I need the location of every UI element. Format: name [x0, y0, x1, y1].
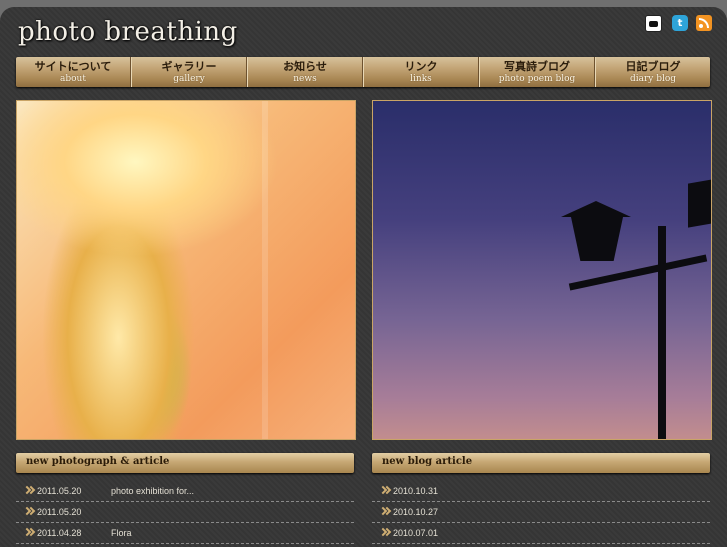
nav-item-about[interactable]: サイトについて about — [16, 57, 131, 87]
lamp-body-silhouette — [571, 217, 623, 261]
item-date: 2011.05.20 — [37, 486, 82, 496]
section-title: new photograph & article — [26, 456, 170, 467]
featured-photo-streetlamp[interactable] — [372, 100, 712, 440]
nav-label-jp: ギャラリー — [161, 60, 217, 73]
nav-item-links[interactable]: リンク links — [363, 57, 479, 87]
section-title: new blog article — [382, 456, 473, 467]
nav-item-news[interactable]: お知らせ news — [247, 57, 363, 87]
item-date: 2011.04.28 — [37, 528, 82, 538]
list-item[interactable]: 2011.04.28 Flora — [16, 523, 354, 544]
flickr-icon[interactable] — [645, 15, 662, 32]
nav-item-gallery[interactable]: ギャラリー gallery — [131, 57, 247, 87]
double-chevron-icon — [24, 486, 34, 496]
double-chevron-icon — [380, 486, 390, 496]
page-frame: photo breathing t サイトについて about ギャラリー ga… — [0, 7, 727, 547]
double-chevron-icon — [24, 528, 34, 538]
nav-item-photo-poem-blog[interactable]: 写真詩ブログ photo poem blog — [479, 57, 595, 87]
list-item[interactable]: 2010.10.27 — [372, 502, 710, 523]
lamp-second-head-silhouette — [688, 178, 711, 228]
nav-label-jp: 写真詩ブログ — [504, 60, 570, 73]
double-chevron-icon — [24, 507, 34, 517]
nav-label-en: about — [60, 74, 86, 84]
item-date: 2011.05.20 — [37, 507, 82, 517]
twitter-glyph: t — [677, 17, 683, 29]
section-header-new-blog: new blog article — [372, 453, 710, 473]
rss-icon[interactable] — [696, 15, 712, 31]
nav-label-en: photo poem blog — [498, 74, 576, 84]
list-item[interactable]: 2010.10.31 — [372, 481, 710, 502]
item-date: 2010.10.27 — [393, 507, 439, 517]
blog-article-list: 2010.10.31 2010.10.27 2010.07.01 — [372, 481, 710, 544]
item-title[interactable]: Flora — [111, 528, 132, 538]
main-navigation: サイトについて about ギャラリー gallery お知らせ news リン… — [16, 57, 710, 87]
item-title[interactable]: photo exhibition for... — [111, 486, 194, 496]
featured-photo-tulip[interactable] — [16, 100, 356, 440]
lamp-roof-silhouette — [561, 201, 631, 217]
section-header-new-photograph: new photograph & article — [16, 453, 354, 473]
double-chevron-icon — [380, 528, 390, 538]
list-item[interactable]: 2010.07.01 — [372, 523, 710, 544]
lamp-post-silhouette — [658, 226, 666, 439]
photo-article-list: 2011.05.20 photo exhibition for... 2011.… — [16, 481, 354, 544]
nav-item-diary-blog[interactable]: 日記ブログ diary blog — [595, 57, 710, 87]
nav-label-jp: 日記ブログ — [625, 60, 681, 73]
nav-label-jp: お知らせ — [283, 60, 327, 73]
item-date: 2010.07.01 — [393, 528, 439, 538]
item-date: 2010.10.31 — [393, 486, 439, 496]
twitter-icon[interactable]: t — [672, 15, 688, 31]
nav-label-en: news — [293, 74, 317, 84]
nav-label-en: gallery — [173, 74, 205, 84]
list-item[interactable]: 2011.05.20 — [16, 502, 354, 523]
double-chevron-icon — [380, 507, 390, 517]
nav-label-en: links — [410, 74, 432, 84]
list-item[interactable]: 2011.05.20 photo exhibition for... — [16, 481, 354, 502]
nav-label-en: diary blog — [629, 74, 677, 84]
nav-label-jp: リンク — [404, 60, 438, 73]
nav-label-jp: サイトについて — [34, 60, 112, 73]
site-title[interactable]: photo breathing — [18, 17, 238, 47]
